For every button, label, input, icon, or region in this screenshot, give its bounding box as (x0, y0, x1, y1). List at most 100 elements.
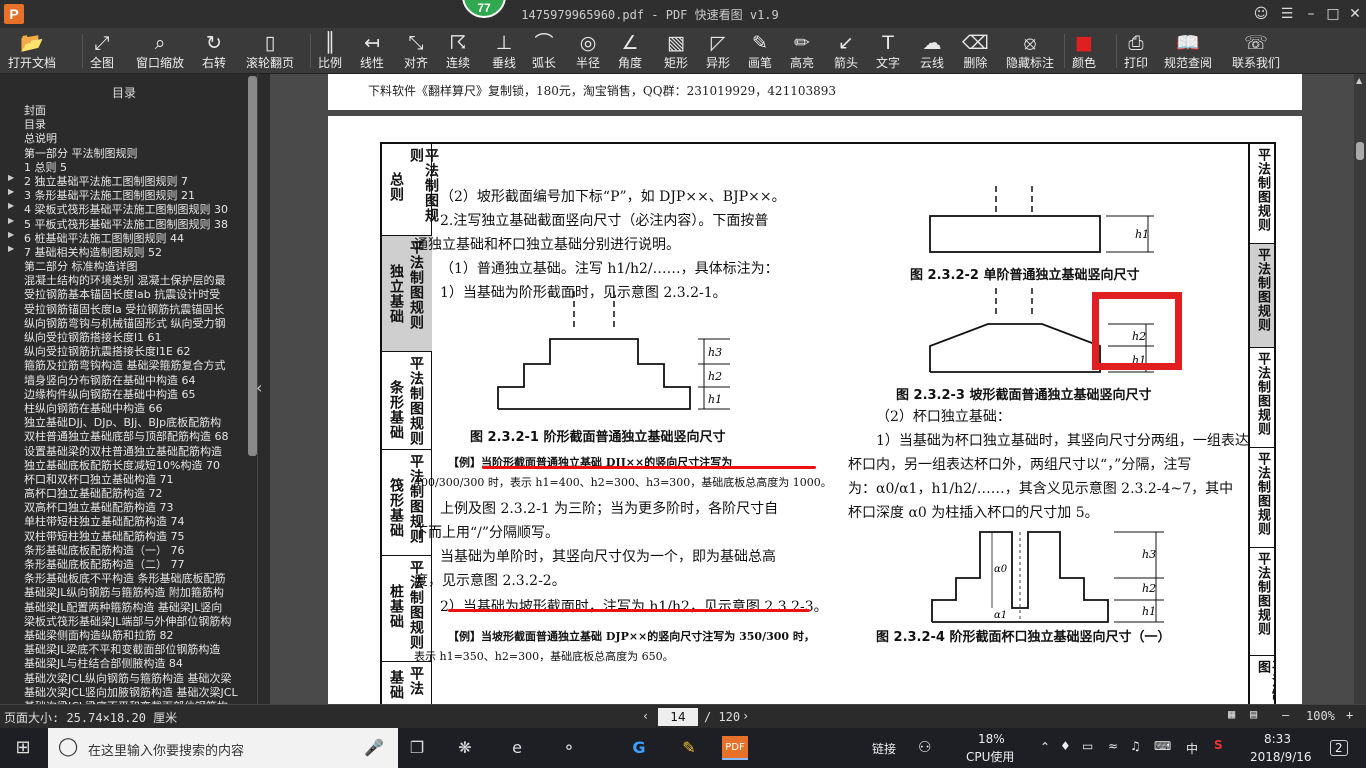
toc-item[interactable]: 高杯口独立基础配筋构造 72 (0, 485, 248, 499)
toolbar-printer-button[interactable]: ⎙ 打印 (1124, 30, 1148, 72)
toolbar-brush-button[interactable]: ✎ 画笔 (748, 30, 772, 72)
toc-item[interactable]: 边缘构件纵向钢筋在基础中构造 65 (0, 386, 248, 400)
volume-icon[interactable]: ♫ (1130, 739, 1141, 753)
edge-browser-icon[interactable]: e (504, 736, 530, 760)
maximize-button[interactable]: □ (1322, 4, 1344, 24)
toc-item[interactable]: 基础梁JL与柱结合部侧腋构造 84 (0, 655, 248, 669)
prev-page-icon[interactable]: ‹ (642, 709, 649, 723)
toolbar-hide-markup-button[interactable]: ⦻ 隐藏标注 (1006, 30, 1054, 72)
expand-arrow-icon[interactable]: ▶ (8, 187, 14, 196)
people-icon[interactable]: ⚇ (918, 738, 931, 756)
toolbar-color-swatch-button[interactable]: ■ 颜色 (1072, 30, 1096, 72)
expand-arrow-icon[interactable]: ▶ (8, 216, 14, 225)
action-center-badge[interactable]: 2 (1330, 740, 1348, 756)
toc-item[interactable]: 基础次梁JCL纵向钢筋与箍筋构造 基础次梁 (0, 670, 248, 684)
toolbar-highlight-button[interactable]: ✏ 高亮 (790, 30, 814, 72)
menu-icon[interactable]: ☰ (1276, 4, 1298, 24)
close-button[interactable]: ✕ (1344, 4, 1366, 24)
minimize-button[interactable]: – (1300, 4, 1322, 24)
toc-item[interactable]: ▶ 2 独立基础平法施工图制图规则 7 (0, 173, 248, 187)
toolbar-radius-button[interactable]: ◎ 半径 (576, 30, 600, 72)
scroll-up-icon[interactable]: ▲ (1356, 76, 1362, 85)
expand-arrow-icon[interactable]: ▶ (8, 230, 14, 239)
expand-arrow-icon[interactable]: ▶ (8, 244, 14, 253)
toc-item[interactable]: 双柱带短柱独立基础配筋构造 75 (0, 528, 248, 542)
toolbar-polygon-button[interactable]: ◸ 异形 (706, 30, 730, 72)
single-page-icon[interactable]: ▤ (1250, 707, 1257, 721)
toc-item[interactable]: 墙身竖向分布钢筋在基础中构造 64 (0, 372, 248, 386)
toolbar-mouse-wheel-button[interactable]: ▯ 滚轮翻页 (246, 30, 294, 72)
toc-item[interactable]: ▶ 7 基础相关构造制图规则 52 (0, 244, 248, 258)
toc-item[interactable]: ▶ 4 梁板式筏形基础平法施工图制图规则 30 (0, 201, 248, 215)
toolbar-eraser-button[interactable]: ⌫ 删除 (962, 30, 989, 72)
toc-item[interactable]: 基础梁JL纵向钢筋与箍筋构造 附加箍筋构 (0, 584, 248, 598)
toolbar-cloud-line-button[interactable]: ☁ 云线 (920, 30, 944, 72)
toc-item[interactable]: 基础梁JL配置两种箍筋构造 基础梁JL竖向 (0, 599, 248, 613)
toc-item[interactable]: 杯口和双杯口独立基础构造 71 (0, 471, 248, 485)
toolbar-angle-button[interactable]: ∠ 角度 (618, 30, 642, 72)
toc-item[interactable]: 条形基础底板配筋构造（二） 77 (0, 556, 248, 570)
toc-item[interactable]: ▶ 3 条形基础平法施工图制图规则 21 (0, 187, 248, 201)
underline-annotation[interactable] (482, 466, 816, 469)
toc-item[interactable]: 封面 (0, 102, 248, 116)
toc-item[interactable]: 基础次梁JCL竖向加腋钢筋构造 基础次梁JCL (0, 684, 248, 698)
toolbar-text-button[interactable]: T 文字 (876, 30, 900, 72)
toc-item[interactable]: 第一部分 平法制图规则 (0, 145, 248, 159)
view-mode-icon[interactable]: ▦ (1228, 707, 1235, 721)
toc-item[interactable]: 第二部分 标准构造详图 (0, 258, 248, 272)
toolbar-arc-length-button[interactable]: ⌒ 弧长 (532, 30, 556, 72)
toc-item[interactable]: 梁板式筏形基础梁JL端部与外伸部位钢筋构 (0, 613, 248, 627)
toolbar-perpendicular-button[interactable]: ⊥ 垂线 (492, 30, 516, 72)
toolbar-zoom-window-button[interactable]: ⌕ 窗口缩放 (136, 30, 184, 72)
expand-arrow-icon[interactable]: ▶ (8, 201, 14, 210)
toc-item[interactable]: 条形基础板底不平构造 条形基础底板配筋 (0, 570, 248, 584)
app-g-icon[interactable]: G (626, 736, 652, 760)
toc-item[interactable]: 受拉钢筋锚固长度la 受拉钢筋抗震锚固长 (0, 301, 248, 315)
user-icon[interactable]: ☺ (1250, 4, 1272, 24)
toc-item[interactable]: 设置基础梁的双柱普通独立基础配筋构造 (0, 443, 248, 457)
app-swirl-icon[interactable]: ⚬ (556, 736, 582, 760)
toc-item[interactable]: 受拉钢筋基本锚固长度lab 抗震设计时受 (0, 286, 248, 300)
toc-item[interactable]: 基础梁JL梁底不平和变截面部位钢筋构造 (0, 641, 248, 655)
underline-annotation[interactable] (448, 609, 810, 612)
expand-arrow-icon[interactable]: ▶ (8, 173, 14, 182)
toc-item[interactable]: 箍筋及拉筋弯钩构造 基础梁箍筋复合方式 (0, 357, 248, 371)
wifi-icon[interactable]: ≈ (1108, 739, 1118, 753)
toolbar-rotate-right-button[interactable]: ↻ 右转 (202, 30, 226, 72)
sogou-ime-icon[interactable]: S (1214, 738, 1223, 752)
toc-item[interactable]: 目录 (0, 116, 248, 130)
zoom-out-icon[interactable]: – (1282, 708, 1289, 722)
page-number-input[interactable] (658, 708, 698, 726)
highlight-rectangle-annotation[interactable] (1092, 292, 1182, 370)
toolbar-continuous-measure-button[interactable]: ☈ 连续 (446, 30, 470, 72)
clock-time[interactable]: 8:33 (1264, 732, 1291, 746)
toc-item[interactable]: 1 总则 5 (0, 159, 248, 173)
toc-item[interactable]: 独立基础DJj、DJp、BJj、BJp底板配筋构 (0, 414, 248, 428)
link-toolbar[interactable]: 链接 (872, 740, 896, 757)
toolbar-ruler-scale-button[interactable]: ║ 比例 (318, 30, 342, 72)
toolbar-book-button[interactable]: 📖 规范查阅 (1164, 30, 1212, 72)
toolbar-contact-button[interactable]: ☏ 联系我们 (1232, 30, 1280, 72)
windows-start-icon[interactable]: ⊞ (10, 736, 36, 760)
toolbar-folder-button[interactable]: 📂 打开文档 (8, 30, 56, 72)
battery-icon[interactable]: ▭ (1082, 739, 1093, 753)
taskbar-search-box[interactable]: ◯ 在这里输入你要搜索的内容 🎤 (48, 728, 398, 768)
input-method-label[interactable]: 中 (1186, 740, 1198, 757)
toc-scrollbar[interactable] (248, 76, 257, 456)
notepad-icon[interactable]: ✎ (676, 736, 702, 760)
toc-item[interactable]: ▶ 5 平板式筏形基础平法施工图制图规则 38 (0, 216, 248, 230)
toc-item[interactable]: 总说明 (0, 130, 248, 144)
viewer-scroll-thumb[interactable] (1356, 142, 1364, 160)
viewer-scrollbar[interactable]: ▲ (1354, 74, 1366, 704)
keyboard-icon[interactable]: ⌨ (1154, 739, 1171, 753)
toc-item[interactable]: 纵向受拉钢筋抗震搭接长度l1E 62 (0, 343, 248, 357)
toc-item[interactable]: ▶ 6 桩基础平法施工图制图规则 44 (0, 230, 248, 244)
clock-date[interactable]: 2018/9/16 (1250, 750, 1312, 764)
toolbar-rectangle-button[interactable]: ▧ 矩形 (664, 30, 688, 72)
toc-item[interactable]: 条形基础底板配筋构造（一） 76 (0, 542, 248, 556)
toolbar-fit-all-button[interactable]: ⤢ 全图 (90, 30, 114, 72)
next-page-icon[interactable]: › (742, 709, 749, 723)
toc-item[interactable]: 单柱带短柱独立基础配筋构造 74 (0, 513, 248, 527)
toolbar-linear-measure-button[interactable]: ↤ 线性 (360, 30, 384, 72)
collapse-sidebar-icon[interactable]: ‹ (256, 378, 270, 398)
